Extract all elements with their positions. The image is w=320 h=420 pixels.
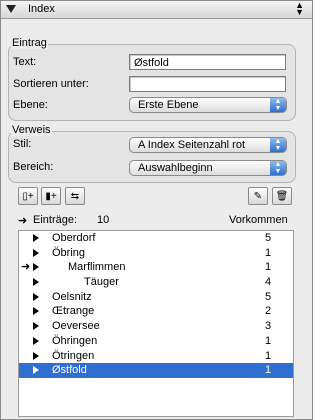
entry-occurrences: 1 [265, 364, 272, 377]
sort-input[interactable] [129, 76, 286, 92]
entry-occurrences: 3 [265, 320, 272, 333]
reference-group-label: Verweis [11, 124, 52, 136]
disclosure-triangle-icon[interactable] [33, 248, 39, 257]
entry-occurrences: 5 [265, 232, 272, 244]
find-next-button[interactable]: ⇆ [65, 187, 85, 205]
entry-occurrences: 1 [265, 261, 272, 274]
entries-list[interactable]: Oberdorf 5 Öbring 1 ➜ Marflimmen 1 Täuger 4 Oelsn… [18, 230, 294, 417]
disclosure-triangle-icon[interactable] [33, 278, 39, 287]
list-item[interactable]: Œtrange 2 [19, 304, 293, 319]
list-item[interactable]: ➜ Marflimmen 1 [19, 260, 293, 275]
style-popup[interactable]: A Index Seitenzahl rot ▲ ▼ [129, 137, 287, 153]
popup-arrows-icon: ▲ ▼ [270, 138, 286, 152]
entries-count: 10 [97, 214, 110, 226]
popup-arrows-icon: ▲ ▼ [270, 98, 286, 112]
list-item[interactable]: Oberdorf 5 [19, 231, 293, 246]
entry-name: Marflimmen [68, 261, 126, 274]
palette-title: Index [28, 3, 55, 15]
add-reverse-entry-button[interactable]: ▮+ [41, 187, 61, 205]
disclosure-triangle-icon[interactable] [33, 292, 39, 301]
collapse-triangle-icon[interactable] [6, 5, 16, 13]
entries-label: Einträge: [33, 214, 78, 226]
entry-name: Täuger [84, 276, 119, 289]
list-item[interactable]: Öhringen 1 [19, 334, 293, 349]
disclosure-triangle-icon[interactable] [33, 263, 39, 272]
entry-group-label: Eintrag [11, 37, 48, 49]
range-popup[interactable]: Auswahlbeginn ▲ ▼ [129, 160, 287, 176]
entries-arrow-icon: ➜ [18, 215, 28, 227]
delete-button[interactable]: 🗑 [272, 187, 292, 205]
range-label: Bereich: [13, 161, 54, 173]
add-reverse-icon: ▮+ [45, 191, 57, 202]
edit-button[interactable]: ✎ [248, 187, 268, 205]
disclosure-triangle-icon[interactable] [33, 322, 39, 331]
level-value: Erste Ebene [138, 99, 199, 111]
list-item[interactable]: Öbring 1 [19, 246, 293, 261]
occurrences-label: Vorkommen [229, 214, 288, 226]
entry-occurrences: 4 [265, 276, 272, 289]
entry-occurrences: 1 [265, 349, 272, 362]
sort-label: Sortieren unter: [13, 78, 89, 90]
palette-menu-icon[interactable]: ▲ ▼ [295, 1, 304, 17]
disclosure-triangle-icon[interactable] [33, 307, 39, 316]
current-entry-arrow-icon: ➜ [21, 261, 31, 274]
list-item[interactable]: Ötringen 1 [19, 349, 293, 364]
popup-arrows-icon: ▲ ▼ [270, 161, 286, 175]
add-entry-icon: ▯+ [22, 191, 34, 202]
find-next-icon: ⇆ [70, 191, 80, 202]
disclosure-triangle-icon[interactable] [33, 336, 39, 345]
level-popup[interactable]: Erste Ebene ▲ ▼ [129, 97, 287, 113]
list-item[interactable]: Oeversee 3 [19, 319, 293, 334]
entry-name: Öbring [52, 246, 86, 259]
entry-name: Oeversee [52, 320, 100, 333]
level-label: Ebene: [13, 99, 48, 111]
entry-name: Oberdorf [52, 232, 96, 244]
text-label: Text: [13, 56, 37, 68]
disclosure-triangle-icon[interactable] [33, 234, 39, 242]
disclosure-triangle-icon[interactable] [33, 366, 39, 375]
pencil-icon: ✎ [253, 191, 263, 202]
index-palette: Index ▲ ▼ Eintrag Text: Østfold Sortieren… [0, 0, 313, 420]
palette-titlebar[interactable]: Index ▲ ▼ [1, 1, 312, 19]
list-item[interactable]: Oelsnitz 5 [19, 290, 293, 305]
entry-name: Öhringen [52, 334, 98, 347]
entry-name: Østfold [52, 364, 87, 377]
entry-name: Œtrange [52, 305, 95, 318]
style-label: Stil: [13, 138, 32, 150]
entry-occurrences: 1 [265, 246, 272, 259]
style-value: A Index Seitenzahl rot [138, 139, 246, 151]
entry-occurrences: 1 [265, 334, 272, 347]
entry-occurrences: 2 [265, 305, 272, 318]
disclosure-triangle-icon[interactable] [33, 351, 39, 360]
range-value: Auswahlbeginn [138, 162, 213, 174]
trash-icon: 🗑 [275, 191, 289, 202]
entry-name: Oelsnitz [52, 290, 92, 303]
add-entry-button[interactable]: ▯+ [18, 187, 38, 205]
entry-occurrences: 5 [265, 290, 272, 303]
list-item[interactable]: Täuger 4 [19, 275, 293, 290]
text-input[interactable]: Østfold [129, 54, 286, 70]
list-item[interactable]: Østfold 1 [19, 363, 293, 378]
entry-name: Ötringen [52, 349, 95, 362]
